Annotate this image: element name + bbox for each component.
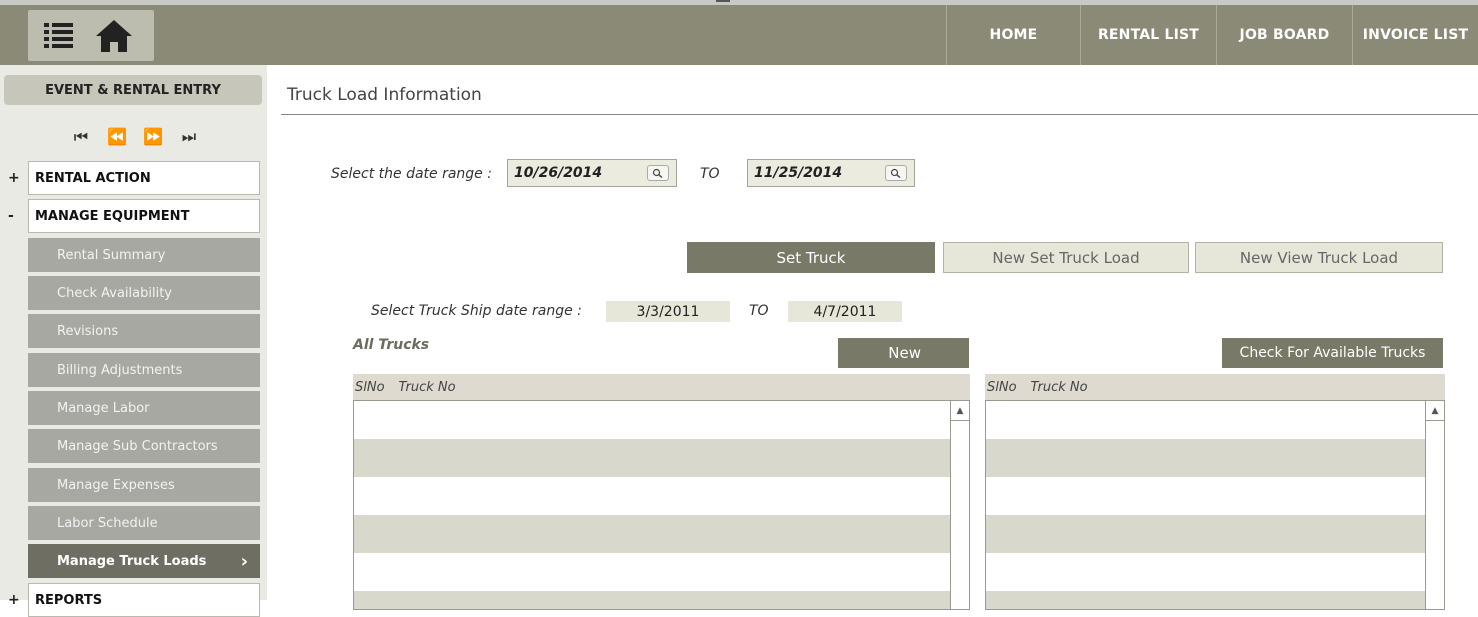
scroll-up-icon[interactable]: ▲: [1426, 401, 1444, 421]
expand-icon[interactable]: +: [8, 592, 20, 608]
table-row[interactable]: [986, 477, 1444, 515]
sidebar-item-labor-schedule[interactable]: Labor Schedule: [28, 506, 260, 540]
new-truck-button[interactable]: New: [838, 338, 969, 368]
title-divider: [281, 114, 1478, 115]
previous-record-icon[interactable]: ⏪: [106, 127, 128, 147]
table-row[interactable]: [354, 591, 969, 609]
sidebar-item-rental-summary[interactable]: Rental Summary: [28, 238, 260, 272]
chevron-right-icon: ›: [240, 550, 248, 572]
page-title: Truck Load Information: [287, 85, 482, 105]
section-reports[interactable]: REPORTS: [28, 583, 260, 617]
column-header-truck-no: Truck No: [1030, 379, 1088, 395]
nav-invoice-list[interactable]: INVOICE LIST: [1352, 5, 1478, 65]
table-row[interactable]: [986, 553, 1444, 591]
ship-date-to[interactable]: 4/7/2011: [788, 301, 902, 322]
column-header-slno: SlNo: [987, 379, 1017, 395]
sidebar-item-manage-labor[interactable]: Manage Labor: [28, 391, 260, 425]
date-to-value: 11/25/2014: [754, 165, 843, 181]
next-record-icon[interactable]: ⏩: [142, 127, 164, 147]
expand-icon[interactable]: +: [8, 170, 20, 186]
section-manage-equipment[interactable]: MANAGE EQUIPMENT: [28, 199, 260, 233]
window-title-mark: [716, 0, 730, 2]
sidebar-item-manage-truck-loads[interactable]: Manage Truck Loads ›: [28, 544, 260, 578]
available-trucks-grid[interactable]: ▲: [985, 400, 1445, 610]
list-icon[interactable]: [42, 18, 76, 56]
record-navigation: ⏮ ⏪ ⏩ ⏭: [70, 127, 200, 147]
to-label: TO: [700, 166, 720, 182]
top-nav: HOME RENTAL LIST JOB BOARD INVOICE LIST: [946, 5, 1478, 65]
app-header: HOME RENTAL LIST JOB BOARD INVOICE LIST: [0, 5, 1478, 65]
ship-to-label: TO: [749, 303, 769, 319]
new-set-truck-load-button[interactable]: New Set Truck Load: [943, 242, 1189, 273]
all-trucks-label: All Trucks: [353, 337, 430, 353]
section-rental-action[interactable]: RENTAL ACTION: [28, 161, 260, 195]
ship-date-range-label: Select Truck Ship date range :: [371, 303, 582, 319]
sidebar-item-manage-sub-contractors[interactable]: Manage Sub Contractors: [28, 429, 260, 463]
scroll-up-icon[interactable]: ▲: [951, 401, 969, 421]
new-view-truck-load-button[interactable]: New View Truck Load: [1195, 242, 1443, 273]
search-icon[interactable]: [885, 165, 907, 181]
scrollbar[interactable]: ▲: [1425, 401, 1444, 609]
header-icon-group: [28, 10, 154, 61]
column-header-slno: SlNo: [355, 379, 385, 395]
table-row[interactable]: [354, 401, 969, 439]
date-from-value: 10/26/2014: [514, 165, 603, 181]
sidebar-title: EVENT & RENTAL ENTRY: [4, 75, 262, 105]
sidebar: EVENT & RENTAL ENTRY ⏮ ⏪ ⏩ ⏭ + RENTAL AC…: [0, 65, 267, 617]
first-record-icon[interactable]: ⏮: [70, 127, 92, 147]
sidebar-item-revisions[interactable]: Revisions: [28, 314, 260, 348]
table-row[interactable]: [354, 515, 969, 553]
table-row[interactable]: [986, 401, 1444, 439]
table-row[interactable]: [354, 439, 969, 477]
table-row[interactable]: [354, 477, 969, 515]
last-record-icon[interactable]: ⏭: [178, 127, 200, 147]
available-trucks-grid-header: SlNo Truck No: [985, 374, 1445, 400]
table-row[interactable]: [986, 439, 1444, 477]
date-from-field[interactable]: 10/26/2014: [507, 159, 677, 187]
ship-date-from[interactable]: 3/3/2011: [606, 301, 730, 322]
date-range-label: Select the date range :: [331, 166, 492, 182]
nav-home[interactable]: HOME: [946, 5, 1080, 65]
search-icon[interactable]: [647, 165, 669, 181]
sidebar-item-label: Manage Truck Loads: [57, 553, 207, 569]
sidebar-item-billing-adjustments[interactable]: Billing Adjustments: [28, 353, 260, 387]
table-row[interactable]: [986, 515, 1444, 553]
table-row[interactable]: [986, 591, 1444, 609]
home-icon[interactable]: [94, 18, 134, 58]
scrollbar[interactable]: ▲: [950, 401, 969, 609]
table-row[interactable]: [354, 553, 969, 591]
sidebar-item-manage-expenses[interactable]: Manage Expenses: [28, 468, 260, 502]
nav-job-board[interactable]: JOB BOARD: [1216, 5, 1352, 65]
all-trucks-grid[interactable]: ▲: [353, 400, 970, 610]
main-content: Truck Load Information Select the date r…: [267, 65, 1478, 610]
all-trucks-grid-header: SlNo Truck No: [353, 374, 970, 400]
nav-rental-list[interactable]: RENTAL LIST: [1080, 5, 1216, 65]
collapse-icon[interactable]: -: [8, 208, 14, 224]
sidebar-item-check-availability[interactable]: Check Availability: [28, 276, 260, 310]
set-truck-button[interactable]: Set Truck: [687, 242, 935, 273]
check-available-trucks-button[interactable]: Check For Available Trucks: [1222, 338, 1443, 368]
date-to-field[interactable]: 11/25/2014: [747, 159, 915, 187]
column-header-truck-no: Truck No: [398, 379, 456, 395]
